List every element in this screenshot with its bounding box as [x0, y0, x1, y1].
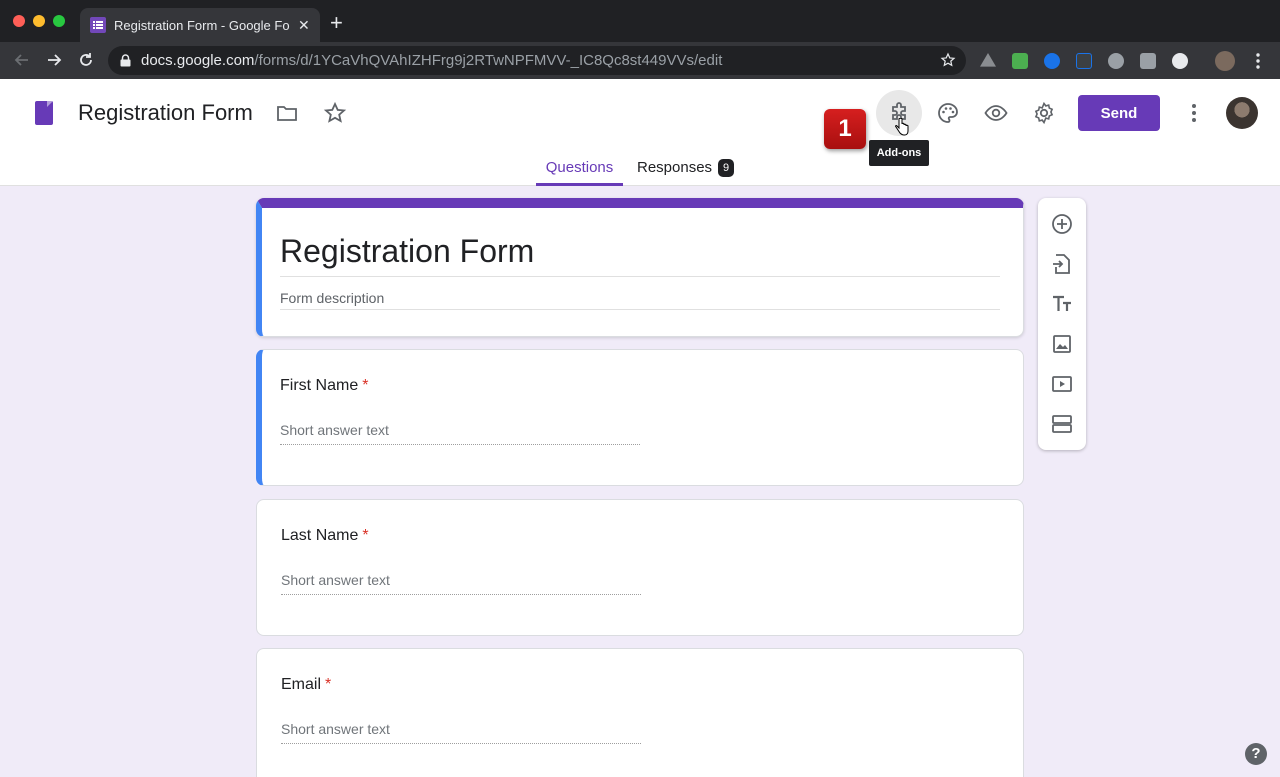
url-path: /forms/d/1YCaVhQVAhIZHFrg9j2RTwNPFMVV-_I… [254, 52, 723, 69]
hand-cursor-icon [895, 117, 909, 136]
answer-underline [281, 743, 641, 744]
short-answer-placeholder: Short answer text [280, 422, 389, 438]
responses-count-badge: 9 [718, 159, 735, 177]
document-title[interactable]: Registration Form [78, 100, 253, 126]
forms-header: Registration Form Send Questions Respons… [0, 79, 1280, 186]
tab-responses-label: Responses [637, 159, 713, 176]
lock-icon [120, 54, 131, 67]
description-underline [280, 309, 1000, 310]
browser-tab-bar: Registration Form - Google Forms ✕ + [0, 0, 1280, 42]
maximize-window-button[interactable] [53, 15, 65, 27]
required-asterisk: * [325, 676, 332, 693]
question-label: First Name * [280, 377, 368, 395]
question-label: Email * [281, 676, 331, 694]
u-extension-icon[interactable] [1108, 53, 1124, 69]
palette-icon[interactable] [936, 101, 960, 125]
bookmark-star-icon[interactable] [940, 52, 956, 73]
question-title: First Name [280, 377, 359, 394]
step-number-badge: 1 [824, 109, 866, 149]
star-icon[interactable] [323, 101, 347, 125]
question-label: Last Name * [281, 527, 369, 545]
title-underline [280, 276, 1000, 277]
close-window-button[interactable] [13, 15, 25, 27]
question-card-last-name[interactable]: Last Name * Short answer text [256, 499, 1024, 636]
new-tab-button[interactable]: + [330, 12, 343, 34]
circle-extension-icon[interactable] [1172, 53, 1188, 69]
help-button[interactable]: ? [1245, 743, 1267, 765]
compass-extension-icon[interactable] [1044, 53, 1060, 69]
import-questions-icon[interactable] [1050, 252, 1074, 276]
tab-title: Registration Form - Google Forms [114, 17, 290, 33]
add-video-icon[interactable] [1050, 372, 1074, 396]
required-asterisk: * [362, 377, 369, 394]
add-question-icon[interactable] [1050, 212, 1074, 236]
browser-menu-icon[interactable] [1252, 52, 1264, 70]
account-avatar[interactable] [1226, 97, 1258, 129]
folder-icon[interactable] [275, 101, 299, 125]
drive-extension-icon[interactable] [980, 53, 996, 67]
address-bar[interactable]: docs.google.com/forms/d/1YCaVhQVAhIZHFrg… [108, 46, 966, 75]
form-title-card[interactable]: Registration Form Form description [256, 198, 1024, 337]
short-answer-placeholder: Short answer text [281, 572, 390, 588]
forms-favicon-icon [90, 17, 106, 33]
add-title-text-icon[interactable] [1050, 292, 1074, 316]
tab-responses[interactable]: Responses 9 [637, 159, 735, 177]
form-description-field[interactable]: Form description [280, 290, 384, 306]
form-title[interactable]: Registration Form [280, 233, 534, 270]
forms-logo-icon[interactable] [35, 101, 53, 125]
reload-icon[interactable] [76, 50, 96, 70]
add-image-icon[interactable] [1050, 332, 1074, 356]
question-card-email[interactable]: Email * Short answer text [256, 648, 1024, 777]
forward-arrow-icon[interactable] [44, 50, 64, 70]
chat-extension-icon[interactable] [1140, 53, 1156, 69]
question-title: Last Name [281, 527, 359, 544]
question-toolbar [1038, 198, 1086, 450]
browser-tab[interactable]: Registration Form - Google Forms ✕ [80, 8, 320, 42]
profile-avatar[interactable] [1215, 51, 1235, 71]
addons-tooltip: Add-ons [869, 140, 929, 166]
tab-questions[interactable]: Questions [536, 159, 623, 186]
close-tab-icon[interactable]: ✕ [298, 17, 310, 34]
new-extension-icon[interactable] [1076, 53, 1092, 69]
answer-underline [280, 444, 640, 445]
back-arrow-icon[interactable] [12, 50, 32, 70]
gear-settings-icon[interactable] [1032, 101, 1056, 125]
browser-toolbar: docs.google.com/forms/d/1YCaVhQVAhIZHFrg… [0, 42, 1280, 79]
required-asterisk: * [362, 527, 369, 544]
more-vert-icon[interactable] [1182, 101, 1206, 125]
add-section-icon[interactable] [1050, 412, 1074, 436]
question-title: Email [281, 676, 322, 693]
answer-underline [281, 594, 641, 595]
question-card-first-name[interactable]: First Name * Short answer text [256, 349, 1024, 486]
send-button[interactable]: Send [1078, 95, 1160, 131]
url-host: docs.google.com [141, 52, 255, 69]
minimize-window-button[interactable] [33, 15, 45, 27]
short-answer-placeholder: Short answer text [281, 721, 390, 737]
eye-preview-icon[interactable] [984, 101, 1008, 125]
mail-extension-icon[interactable] [1012, 53, 1028, 69]
